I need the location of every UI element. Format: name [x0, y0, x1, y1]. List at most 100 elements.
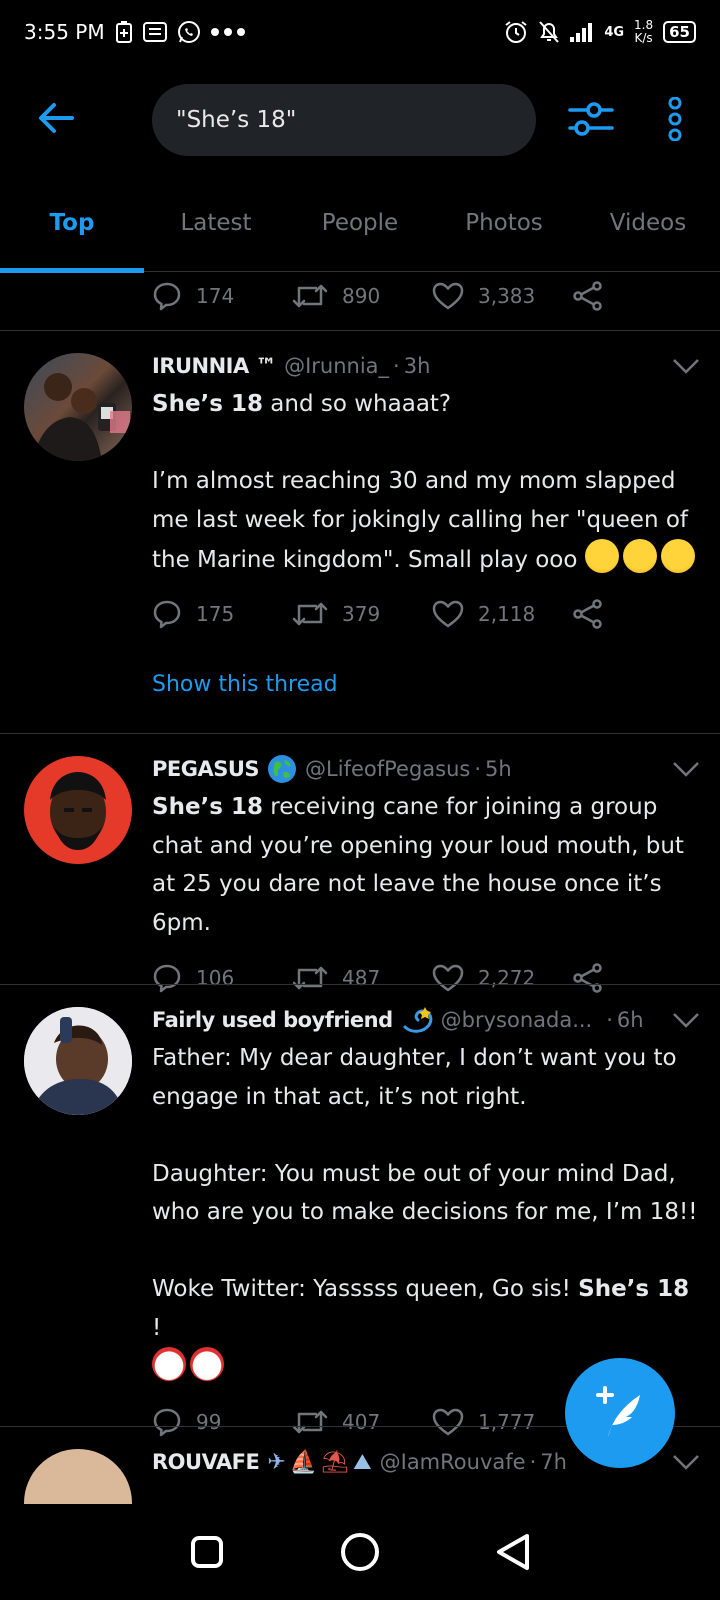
message-icon — [142, 21, 167, 43]
search-header: "She’s 18" — [0, 78, 720, 160]
separator-dot: · — [529, 1450, 537, 1474]
tweet-text-highlight: She’s 18 — [152, 794, 263, 820]
retweet-count: 379 — [342, 601, 381, 626]
tweet-menu-button[interactable] — [672, 1451, 700, 1475]
share-icon — [573, 598, 602, 629]
tweet-menu-button[interactable] — [672, 1009, 700, 1033]
crying-emoji-icon — [622, 539, 657, 573]
tweet-text: She’s 18 receiving cane for joining a gr… — [152, 788, 700, 942]
user-handle[interactable]: @brysonada... — [441, 1008, 593, 1032]
search-input[interactable]: "She’s 18" — [152, 84, 536, 156]
sliders-icon — [568, 102, 614, 136]
sailboat-icon: ⛵ — [289, 1449, 318, 1475]
system-nav-bar — [0, 1504, 720, 1600]
separator-dot: · — [474, 757, 482, 781]
beach-umbrella-icon: ⛱ — [321, 1449, 350, 1475]
circle-icon — [340, 1533, 379, 1571]
crying-emoji-icon — [584, 539, 619, 573]
user-name[interactable]: Fairly used boyfriend — [152, 1008, 393, 1032]
tweet-feed: 174 890 3,383 IRUNNIA ™ @Irunnia_ · 3h S… — [0, 272, 720, 1504]
whatsapp-icon — [177, 20, 201, 44]
user-handle[interactable]: @Irunnia_ — [284, 354, 389, 378]
tab-top[interactable]: Top — [0, 188, 144, 273]
reply-button[interactable]: 175 — [152, 599, 292, 629]
tab-people[interactable]: People — [288, 188, 432, 272]
show-thread-link[interactable]: Show this thread — [152, 672, 700, 697]
tweet-text-body: Father: My dear daughter, I don’t want y… — [152, 1045, 698, 1302]
user-handle[interactable]: @IamRouvafe — [380, 1450, 526, 1474]
retweet-icon — [292, 602, 328, 625]
compose-tweet-button[interactable] — [565, 1358, 675, 1468]
tweet-actions: 175 379 2,118 — [152, 594, 700, 634]
avatar[interactable] — [24, 1007, 132, 1115]
tweet-text: She’s 18 and so whaaat? I’m almost reach… — [152, 385, 700, 580]
reply-icon — [153, 282, 181, 311]
mountain-icon: ⛰ — [353, 1449, 372, 1475]
user-handle[interactable]: @LifeofPegasus — [305, 757, 470, 781]
tweet-time: 7h — [540, 1450, 567, 1474]
more-options-button[interactable] — [660, 94, 690, 144]
status-bar: 3:55 PM 4G 1.8 K/s 65 — [0, 0, 720, 64]
tweet-irunnia[interactable]: IRUNNIA ™ @Irunnia_ · 3h She’s 18 and so… — [0, 331, 720, 733]
tweet-time: 6h — [616, 1008, 644, 1032]
tab-photos[interactable]: Photos — [432, 188, 576, 272]
avatar[interactable] — [24, 1449, 132, 1504]
data-speed: 1.8 K/s — [634, 18, 654, 45]
prev-tweet-actions: 174 890 3,383 — [152, 276, 612, 316]
chevron-down-icon — [673, 762, 699, 777]
heart-icon — [432, 282, 464, 310]
triangle-back-icon — [497, 1534, 530, 1570]
chevron-down-icon — [673, 359, 699, 374]
search-query: "She’s 18" — [176, 107, 297, 133]
home-button[interactable] — [330, 1522, 390, 1582]
retweet-icon — [292, 284, 328, 308]
like-button[interactable]: 3,383 — [432, 281, 572, 311]
tweet-menu-button[interactable] — [672, 758, 700, 782]
share-button[interactable] — [572, 598, 612, 629]
tweet-time: 3h — [403, 354, 431, 378]
network-type: 4G — [604, 24, 625, 40]
reply-count: 174 — [196, 284, 235, 308]
separator-dot: · — [393, 354, 400, 378]
square-icon — [190, 1536, 223, 1568]
tweet-header: PEGASUS @LifeofPegasus · 5h — [152, 752, 700, 786]
share-icon — [573, 281, 602, 311]
vertical-dots-icon — [668, 97, 682, 141]
tab-videos[interactable]: Videos — [576, 188, 720, 272]
retweet-count: 890 — [342, 284, 381, 308]
battery-indicator: 65 — [663, 21, 696, 43]
like-count: 3,383 — [478, 284, 536, 308]
tweet-pegasus[interactable]: PEGASUS @LifeofPegasus · 5h She’s 18 rec… — [0, 734, 720, 993]
avatar[interactable] — [24, 353, 132, 461]
retweet-button[interactable]: 890 — [292, 282, 432, 310]
status-time: 3:55 PM — [24, 20, 105, 44]
search-filter-button[interactable] — [566, 96, 616, 142]
mute-icon — [538, 20, 560, 44]
more-notifications-icon — [210, 27, 245, 37]
tweet-text: Father: My dear daughter, I don’t want y… — [152, 1039, 700, 1388]
user-name[interactable]: PEGASUS — [152, 757, 260, 781]
tweet-menu-button[interactable] — [672, 355, 700, 379]
tweet-header: IRUNNIA ™ @Irunnia_ · 3h — [152, 349, 700, 383]
share-button[interactable] — [572, 281, 612, 311]
tweet-text-highlight: She’s 18 — [152, 391, 263, 417]
alarm-icon — [504, 20, 528, 44]
arrow-left-icon — [39, 103, 74, 133]
like-count: 2,118 — [478, 601, 536, 626]
user-name[interactable]: IRUNNIA ™ — [152, 354, 277, 378]
dizzy-emoji-icon — [401, 1005, 433, 1035]
heart-icon — [432, 600, 464, 627]
tab-latest[interactable]: Latest — [144, 188, 288, 272]
retweet-button[interactable]: 379 — [292, 600, 432, 628]
user-name[interactable]: ROUVAFE — [152, 1450, 260, 1474]
airplane-icon: ✈ — [267, 1449, 286, 1475]
reply-button[interactable]: 174 — [152, 281, 292, 311]
avatar[interactable] — [24, 756, 132, 864]
clown-emoji-icon — [190, 1347, 224, 1381]
like-button[interactable]: 2,118 — [432, 599, 572, 629]
back-nav-button[interactable] — [483, 1522, 543, 1582]
search-tabs: Top Latest People Photos Videos — [0, 188, 720, 273]
recent-apps-button[interactable] — [177, 1522, 237, 1582]
signal-icon — [570, 22, 594, 42]
back-button[interactable] — [34, 96, 78, 140]
